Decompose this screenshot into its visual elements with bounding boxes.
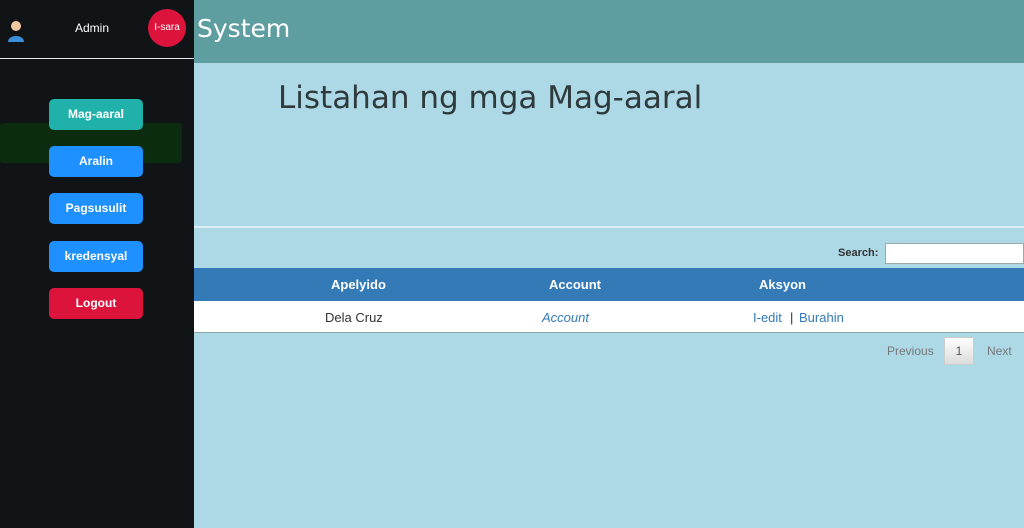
column-header-account[interactable]: Account — [549, 277, 601, 292]
search-label: Search: — [838, 247, 879, 259]
column-header-apelyido[interactable]: Apelyido — [331, 277, 386, 292]
admin-label: Admin — [75, 21, 110, 35]
action-separator: | — [790, 310, 794, 325]
column-header-aksyon[interactable]: Aksyon — [759, 277, 806, 292]
table-header: Apelyido Account Aksyon — [194, 268, 1024, 301]
page-title: Listahan ng mga Mag-aaral — [278, 80, 703, 116]
pagination-next[interactable]: Next — [987, 344, 1012, 358]
logout-button[interactable]: Logout — [49, 288, 143, 319]
sidebar: Admin I-sara Mag-aaral Aralin Pagsusulit… — [0, 0, 194, 528]
account-link[interactable]: Account — [542, 310, 589, 325]
sidebar-item-mag-aaral[interactable]: Mag-aaral — [49, 99, 143, 130]
pagination-page-1[interactable]: 1 — [944, 337, 974, 365]
sidebar-item-aralin[interactable]: Aralin — [49, 146, 143, 177]
divider — [194, 226, 1024, 228]
students-table: Apelyido Account Aksyon Dela Cruz Accoun… — [194, 268, 1024, 333]
cell-apelyido: Dela Cruz — [325, 310, 383, 325]
app-title: System — [197, 14, 291, 43]
pagination-previous[interactable]: Previous — [887, 344, 934, 358]
sidebar-item-kredensyal[interactable]: kredensyal — [49, 241, 143, 272]
edit-link[interactable]: I-edit — [753, 310, 782, 325]
user-avatar-icon[interactable] — [7, 20, 25, 42]
sidebar-header: Admin I-sara — [0, 0, 194, 59]
delete-link[interactable]: Burahin — [799, 310, 844, 325]
sidebar-item-pagsusulit[interactable]: Pagsusulit — [49, 193, 143, 224]
search-input[interactable] — [885, 243, 1024, 264]
table-row: Dela Cruz Account I-edit | Burahin — [194, 301, 1024, 333]
brand-logo: I-sara — [148, 9, 186, 47]
